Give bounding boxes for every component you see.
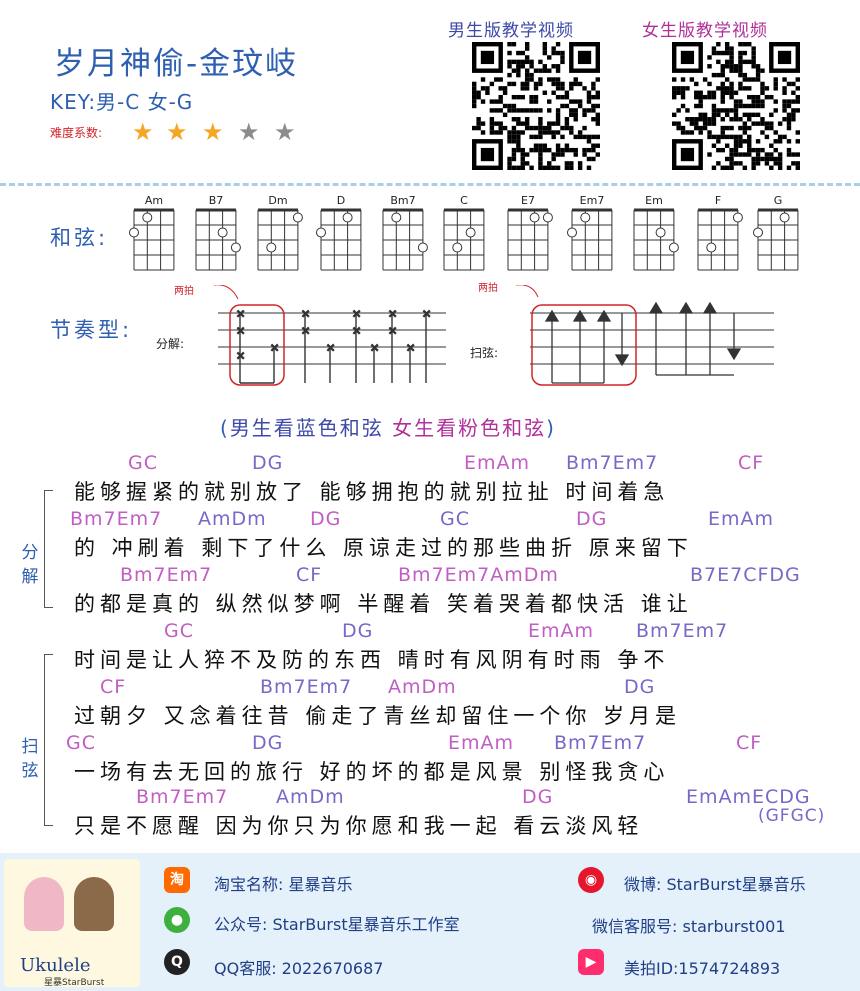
key-info: KEY:男-C 女-G — [50, 90, 194, 114]
chord-marker: Bm7Em7 — [70, 508, 163, 530]
taobao-info: 淘宝名称: 星暴音乐 — [214, 875, 353, 894]
weibo-icon: ◉ — [578, 867, 604, 893]
qr-male-label: 男生版教学视频 — [448, 21, 574, 41]
chords-label: 和弦: — [50, 226, 109, 250]
chord-marker: Bm7Em7 — [136, 786, 229, 808]
qr-female-label: 女生版教学视频 — [642, 21, 768, 41]
lyric-line: 时间是让人猝不及防的东西 晴时有风阴有时雨 争不 — [74, 648, 670, 672]
qr-code-male[interactable] — [472, 42, 600, 170]
chord-dm: Dm — [252, 194, 304, 274]
qr-code-female[interactable] — [672, 42, 800, 170]
empty-star-icon: ★ — [274, 118, 296, 146]
wechat-service-info: 微信客服号: starburst001 — [592, 917, 786, 936]
wechat-info: 公众号: StarBurst星暴音乐工作室 — [214, 915, 460, 934]
paren-open: ( — [220, 416, 230, 440]
chord-marker: CF — [296, 564, 323, 586]
strum-bracket — [44, 654, 53, 826]
chord-em7: Em7 — [566, 194, 618, 274]
chord-marker: EmAm — [528, 620, 595, 642]
chord-marker: GC — [164, 620, 194, 642]
chord-marker: AmDm — [198, 508, 267, 530]
boy-avatar — [74, 877, 114, 931]
filled-star-icon: ★ — [202, 118, 224, 146]
side-pick-label: 分解 — [21, 543, 39, 587]
chord-marker: DG — [252, 732, 284, 754]
qq-icon: Q — [164, 949, 190, 975]
chord-d: D — [315, 194, 367, 274]
chord-marker: CF — [100, 676, 127, 698]
chord-marker: CF — [738, 452, 765, 474]
ending-chords: (GFGC) — [758, 806, 826, 826]
chord-marker: DG — [522, 786, 554, 808]
chord-marker: GC — [128, 452, 158, 474]
lyric-line: 过朝夕 又念着往昔 偷走了青丝却留住一个你 岁月是 — [74, 704, 682, 728]
chord-marker: DG — [624, 676, 656, 698]
rhythm-label: 节奏型: — [50, 318, 133, 342]
lyric-line: 能够握紧的就别放了 能够拥抱的就别拉扯 时间着急 — [74, 480, 670, 504]
chord-marker: EmAm — [464, 452, 531, 474]
chord-marker: EmAm — [448, 732, 515, 754]
weibo-info: 微博: StarBurst星暴音乐 — [624, 875, 806, 894]
chord-marker: DG — [576, 508, 608, 530]
girl-avatar — [24, 877, 64, 931]
lyric-line: 一场有去无回的旅行 好的坏的都是风景 别怪我贪心 — [74, 760, 670, 784]
chord-g: G — [752, 194, 804, 274]
logo-text: Ukulele — [20, 955, 91, 976]
lyric-line: 的都是真的 纵然似梦啊 半醒着 笑着哭着都快活 谁让 — [74, 592, 693, 616]
meipai-info: 美拍ID:1574724893 — [624, 959, 781, 978]
meipai-icon: ▶ — [578, 949, 604, 975]
qq-info: QQ客服: 2022670687 — [214, 959, 384, 978]
chord-marker: CF — [736, 732, 763, 754]
chord-e7: E7 — [502, 194, 554, 274]
difficulty-label: 难度系数: — [50, 126, 103, 140]
chord-marker: AmDm — [388, 676, 457, 698]
lyric-line: 只是不愿醒 因为你只为你愿和我一起 看云淡风轻 — [74, 814, 644, 838]
chord-marker: Bm7Em7 — [120, 564, 213, 586]
chord-c: C — [438, 194, 490, 274]
male-instruction: 男生看蓝色和弦 — [229, 416, 384, 440]
pick-bracket — [44, 490, 53, 608]
beat-note-1: 两拍 — [174, 286, 194, 297]
chord-marker: EmAmECDG — [686, 786, 811, 808]
logo-subtext: 星暴StarBurst — [44, 978, 105, 988]
chord-marker: EmAm — [708, 508, 775, 530]
chord-marker: Bm7Em7 — [260, 676, 353, 698]
female-instruction: 女生看粉色和弦 — [392, 416, 547, 440]
wechat-icon: ● — [164, 907, 190, 933]
filled-star-icon: ★ — [132, 118, 154, 146]
chord-marker: DG — [310, 508, 342, 530]
chord-marker: B7E7CFDG — [690, 564, 801, 586]
chord-marker: DG — [342, 620, 374, 642]
empty-star-icon: ★ — [238, 118, 260, 146]
taobao-icon: 淘 — [164, 867, 190, 893]
color-instruction: (男生看蓝色和弦 女生看粉色和弦) — [220, 412, 556, 441]
logo: Ukulele 星暴StarBurst — [4, 859, 140, 988]
chord-marker: Bm7Em7 — [636, 620, 729, 642]
chord-f: F — [692, 194, 744, 274]
chord-em: Em — [628, 194, 680, 274]
chord-marker: Bm7Em7AmDm — [398, 564, 559, 586]
chord-marker: Bm7Em7 — [554, 732, 647, 754]
footer: Ukulele 星暴StarBurst 淘 淘宝名称: 星暴音乐 ◉ 微博: S… — [0, 853, 860, 991]
lyric-line: 的 冲刷着 剩下了什么 原谅走过的那些曲折 原来留下 — [74, 536, 693, 560]
pick-label: 分解: — [156, 337, 185, 351]
chord-marker: Bm7Em7 — [566, 452, 659, 474]
side-strum-label: 扫弦 — [21, 737, 39, 781]
chord-b7: B7 — [190, 194, 242, 274]
chord-marker: GC — [440, 508, 470, 530]
chord-am: Am — [128, 194, 180, 274]
chord-bm7: Bm7 — [377, 194, 429, 274]
filled-star-icon: ★ — [166, 118, 188, 146]
chord-marker: GC — [66, 732, 96, 754]
paren-close: ) — [546, 416, 556, 440]
song-title: 岁月神偷-金玟岐 — [54, 46, 299, 82]
chord-marker: DG — [252, 452, 284, 474]
rhythm-tabs: ××× × ×× × ×× × ×× × × — [214, 285, 774, 386]
chord-marker: AmDm — [276, 786, 345, 808]
divider — [0, 183, 860, 186]
